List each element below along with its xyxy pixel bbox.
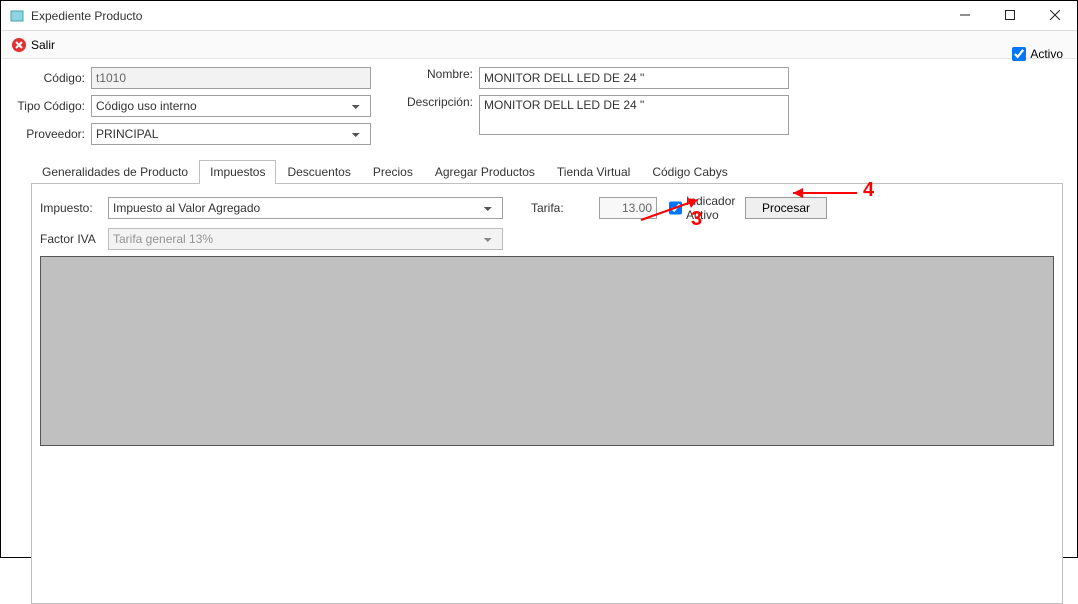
maximize-button[interactable] [987, 1, 1032, 29]
tab-precios[interactable]: Precios [362, 160, 424, 184]
close-icon [11, 37, 27, 53]
factor-iva-select: Tarifa general 13% [108, 228, 503, 250]
impuesto-label: Impuesto: [40, 201, 100, 215]
tab-generalidades[interactable]: Generalidades de Producto [31, 160, 199, 184]
nombre-field[interactable] [479, 67, 789, 89]
impuesto-select[interactable]: Impuesto al Valor Agregado [108, 197, 503, 219]
tab-agregar[interactable]: Agregar Productos [424, 160, 546, 184]
indicador-activo-label: Indicador Activo [686, 194, 735, 222]
tab-tienda[interactable]: Tienda Virtual [546, 160, 641, 184]
minimize-button[interactable] [942, 1, 987, 29]
codigo-label: Código: [15, 71, 85, 85]
indicador-activo-checkbox[interactable] [669, 201, 682, 215]
proveedor-select[interactable]: PRINCIPAL [91, 123, 371, 145]
tab-strip: Generalidades de Producto Impuestos Desc… [31, 159, 1063, 184]
factor-iva-label: Factor IVA [40, 232, 100, 246]
activo-label: Activo [1030, 47, 1063, 61]
toolbar: Salir [1, 31, 1077, 59]
app-icon [9, 8, 25, 24]
tab-cabys[interactable]: Código Cabys [641, 160, 738, 184]
tarifa-field [599, 197, 657, 219]
activo-checkbox-row[interactable]: Activo [1012, 47, 1063, 61]
salir-label: Salir [31, 38, 55, 52]
descripcion-field[interactable]: MONITOR DELL LED DE 24 " [479, 95, 789, 135]
tipo-codigo-select[interactable]: Código uso interno [91, 95, 371, 117]
indicador-activo-row[interactable]: Indicador Activo [669, 194, 729, 222]
impuestos-grid[interactable] [40, 256, 1054, 446]
tab-content-impuestos: Impuesto: Impuesto al Valor Agregado Tar… [31, 184, 1063, 604]
tipo-codigo-label: Tipo Código: [15, 99, 85, 113]
tab-impuestos[interactable]: Impuestos [199, 160, 276, 184]
proveedor-label: Proveedor: [15, 127, 85, 141]
nombre-label: Nombre: [401, 67, 473, 81]
procesar-button[interactable]: Procesar [745, 197, 827, 219]
codigo-field [91, 67, 371, 89]
tab-descuentos[interactable]: Descuentos [276, 160, 361, 184]
title-bar: Expediente Producto [1, 1, 1077, 31]
activo-checkbox[interactable] [1012, 47, 1026, 61]
descripcion-label: Descripción: [401, 95, 473, 109]
salir-button[interactable]: Salir [11, 37, 55, 53]
window-title: Expediente Producto [31, 9, 142, 23]
close-button[interactable] [1032, 1, 1077, 29]
tarifa-label: Tarifa: [531, 201, 591, 215]
